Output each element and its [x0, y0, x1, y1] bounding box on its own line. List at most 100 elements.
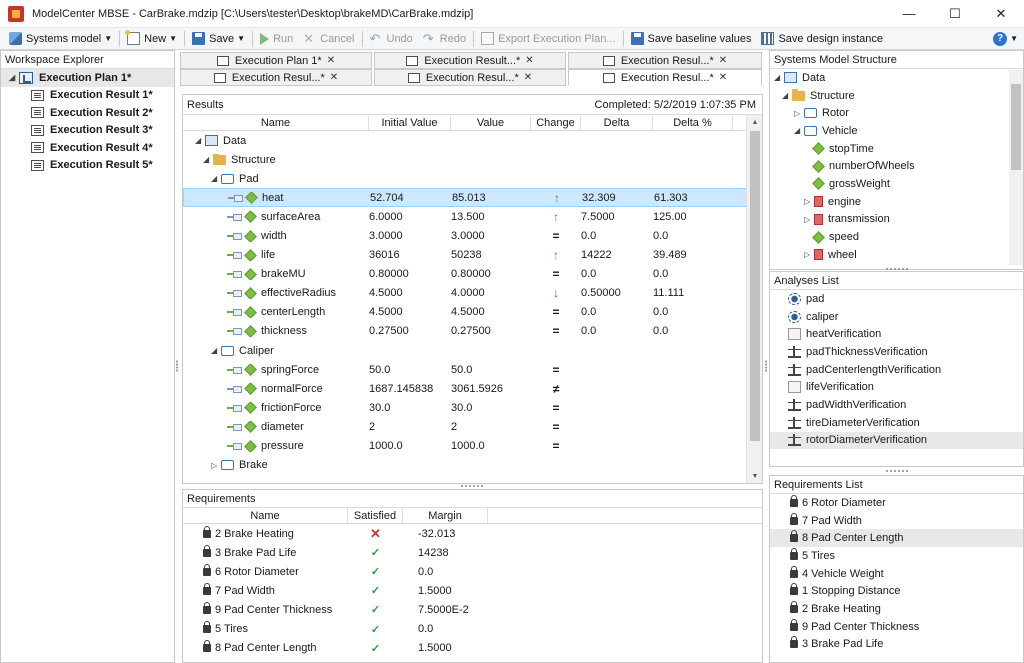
analysis-item[interactable]: caliper — [770, 308, 1023, 326]
table-row[interactable]: pressure 1000.0 1000.0 = — [183, 437, 762, 456]
expand-triangle-icon[interactable]: ◢ — [211, 346, 221, 355]
expand-triangle-icon[interactable]: ◢ — [211, 174, 221, 183]
table-row[interactable]: ◢ Caliper — [183, 341, 762, 360]
minimize-button[interactable]: — — [886, 0, 932, 28]
results-scrollbar[interactable]: ▲ ▼ — [746, 115, 762, 483]
close-tab-icon[interactable]: ✕ — [719, 72, 727, 83]
table-row[interactable]: ◢ Pad — [183, 169, 762, 188]
tab-execution-result[interactable]: Execution Resul...* ✕ — [180, 69, 372, 86]
table-row[interactable]: ◢ Data — [183, 131, 762, 150]
column-header-satisfied[interactable]: Satisfied — [348, 508, 403, 523]
collapse-triangle-icon[interactable]: ▷ — [804, 215, 814, 224]
table-row[interactable]: centerLength 4.5000 4.5000 = 0.0 0.0 — [183, 303, 762, 322]
save-baseline-button[interactable]: Save baseline values — [626, 29, 757, 49]
execution-result-item[interactable]: Execution Result 5* — [1, 157, 174, 175]
column-header-delta[interactable]: Delta — [581, 115, 653, 130]
tree-item-data[interactable]: ◢ Data — [770, 69, 1023, 87]
column-header-margin[interactable]: Margin — [403, 508, 488, 523]
collapse-triangle-icon[interactable]: ▷ — [794, 109, 804, 118]
scroll-down-icon[interactable]: ▼ — [747, 469, 763, 483]
close-window-button[interactable]: ✕ — [978, 0, 1024, 28]
analysis-item[interactable]: padWidthVerification — [770, 396, 1023, 414]
expand-triangle-icon[interactable]: ◢ — [794, 126, 804, 135]
analysis-item[interactable]: padCenterlengthVerification — [770, 361, 1023, 379]
requirement-row[interactable]: 6 Rotor Diameter ✓ 0.0 — [183, 562, 762, 581]
help-menu[interactable]: ? ▼ — [993, 31, 1024, 46]
save-menu[interactable]: Save ▼ — [187, 29, 250, 49]
scroll-up-icon[interactable]: ▲ — [747, 115, 763, 129]
close-tab-icon[interactable]: ✕ — [327, 55, 335, 66]
tree-item-vehicle[interactable]: ◢ Vehicle — [770, 122, 1023, 140]
analysis-item[interactable]: pad — [770, 290, 1023, 308]
analysis-item[interactable]: lifeVerification — [770, 378, 1023, 396]
column-header-delta-pct[interactable]: Delta % — [653, 115, 733, 130]
table-row[interactable]: ▷ Brake — [183, 456, 762, 475]
collapse-triangle-icon[interactable]: ▷ — [211, 461, 221, 470]
column-header-name[interactable]: Name — [183, 508, 348, 523]
tree-item-speed[interactable]: speed — [770, 228, 1023, 246]
table-row[interactable]: diameter 2 2 = — [183, 417, 762, 436]
requirement-list-item[interactable]: 2 Brake Heating — [770, 600, 1023, 618]
requirement-list-item[interactable]: 3 Brake Pad Life — [770, 636, 1023, 654]
execution-plan-node[interactable]: ◢ Execution Plan 1* — [1, 69, 174, 87]
maximize-button[interactable]: ☐ — [932, 0, 978, 28]
column-header-value[interactable]: Value — [451, 115, 531, 130]
undo-button[interactable]: ↶ Undo — [365, 29, 418, 49]
execution-result-item[interactable]: Execution Result 1* — [1, 87, 174, 105]
requirement-row[interactable]: 9 Pad Center Thickness ✓ 7.5000E-2 — [183, 600, 762, 619]
requirement-list-item[interactable]: 1 Stopping Distance — [770, 582, 1023, 600]
table-row-selected[interactable]: heat 52.704 85.013 ↑ 32.309 61.303 — [183, 188, 762, 208]
collapse-triangle-icon[interactable]: ▷ — [804, 197, 814, 206]
requirement-list-item[interactable]: 7 Pad Width — [770, 512, 1023, 530]
systems-model-menu[interactable]: Systems model ▼ — [4, 29, 117, 49]
scroll-thumb[interactable] — [750, 131, 760, 441]
tree-item-rotor[interactable]: ▷ Rotor — [770, 104, 1023, 122]
column-header-initial-value[interactable]: Initial Value — [369, 115, 451, 130]
right-splitter-handle[interactable] — [764, 360, 768, 372]
analysis-item[interactable]: heatVerification — [770, 325, 1023, 343]
analysis-item[interactable]: tireDiameterVerification — [770, 414, 1023, 432]
export-plan-button[interactable]: Export Execution Plan... — [476, 29, 620, 49]
requirement-row[interactable]: 3 Brake Pad Life ✓ 14238 — [183, 543, 762, 562]
tab-execution-result-active[interactable]: Execution Resul...* ✕ — [568, 69, 762, 86]
cancel-button[interactable]: ✕ Cancel — [298, 29, 359, 49]
execution-result-item[interactable]: Execution Result 4* — [1, 139, 174, 157]
analysis-item-selected[interactable]: rotorDiameterVerification — [770, 431, 1023, 450]
tree-item-transmission[interactable]: ▷ transmission — [770, 211, 1023, 229]
table-row[interactable]: frictionForce 30.0 30.0 = — [183, 398, 762, 417]
close-tab-icon[interactable]: ✕ — [525, 55, 533, 66]
run-button[interactable]: Run — [255, 29, 298, 49]
expand-triangle-icon[interactable]: ◢ — [195, 136, 205, 145]
tab-execution-result[interactable]: Execution Resul...* ✕ — [568, 52, 762, 69]
table-row[interactable]: thickness 0.27500 0.27500 = 0.0 0.0 — [183, 322, 762, 341]
requirement-list-item[interactable]: 4 Vehicle Weight — [770, 565, 1023, 583]
requirement-row[interactable]: 8 Pad Center Length ✓ 1.5000 — [183, 639, 762, 658]
requirement-list-item-selected[interactable]: 8 Pad Center Length — [770, 529, 1023, 548]
analysis-item[interactable]: padThicknessVerification — [770, 343, 1023, 361]
table-row[interactable]: springForce 50.0 50.0 = — [183, 360, 762, 379]
expand-triangle-icon[interactable]: ◢ — [774, 73, 784, 82]
tree-item-numberofwheels[interactable]: numberOfWheels — [770, 157, 1023, 175]
table-row[interactable]: effectiveRadius 4.5000 4.0000 ↓ 0.50000 … — [183, 284, 762, 303]
expand-triangle-icon[interactable]: ◢ — [782, 91, 792, 100]
table-row[interactable]: life 36016 50238 ↑ 14222 39.489 — [183, 246, 762, 265]
table-row[interactable]: width 3.0000 3.0000 = 0.0 0.0 — [183, 226, 762, 245]
requirement-list-item[interactable]: 6 Rotor Diameter — [770, 494, 1023, 512]
redo-button[interactable]: ↷ Redo — [418, 29, 471, 49]
column-header-name[interactable]: Name — [183, 115, 369, 130]
requirement-list-item[interactable]: 5 Tires — [770, 547, 1023, 565]
requirement-row[interactable]: 2 Brake Heating ✕ -32.013 — [183, 524, 762, 543]
tree-item-wheel[interactable]: ▷ wheel — [770, 246, 1023, 264]
left-splitter-handle[interactable] — [175, 360, 179, 372]
table-row[interactable]: normalForce 1687.145838 3061.5926 ≠ — [183, 379, 762, 398]
expand-triangle-icon[interactable]: ◢ — [203, 155, 213, 164]
close-tab-icon[interactable]: ✕ — [719, 55, 727, 66]
results-splitter-handle[interactable] — [460, 484, 484, 488]
tab-execution-plan[interactable]: Execution Plan 1* ✕ — [180, 52, 372, 69]
analyses-splitter-handle[interactable] — [885, 469, 909, 473]
requirement-list-item[interactable]: 9 Pad Center Thickness — [770, 618, 1023, 636]
tree-item-grossweight[interactable]: grossWeight — [770, 175, 1023, 193]
tree-item-engine[interactable]: ▷ engine — [770, 193, 1023, 211]
structure-scrollbar[interactable] — [1009, 70, 1023, 265]
collapse-triangle-icon[interactable]: ▷ — [804, 250, 814, 259]
